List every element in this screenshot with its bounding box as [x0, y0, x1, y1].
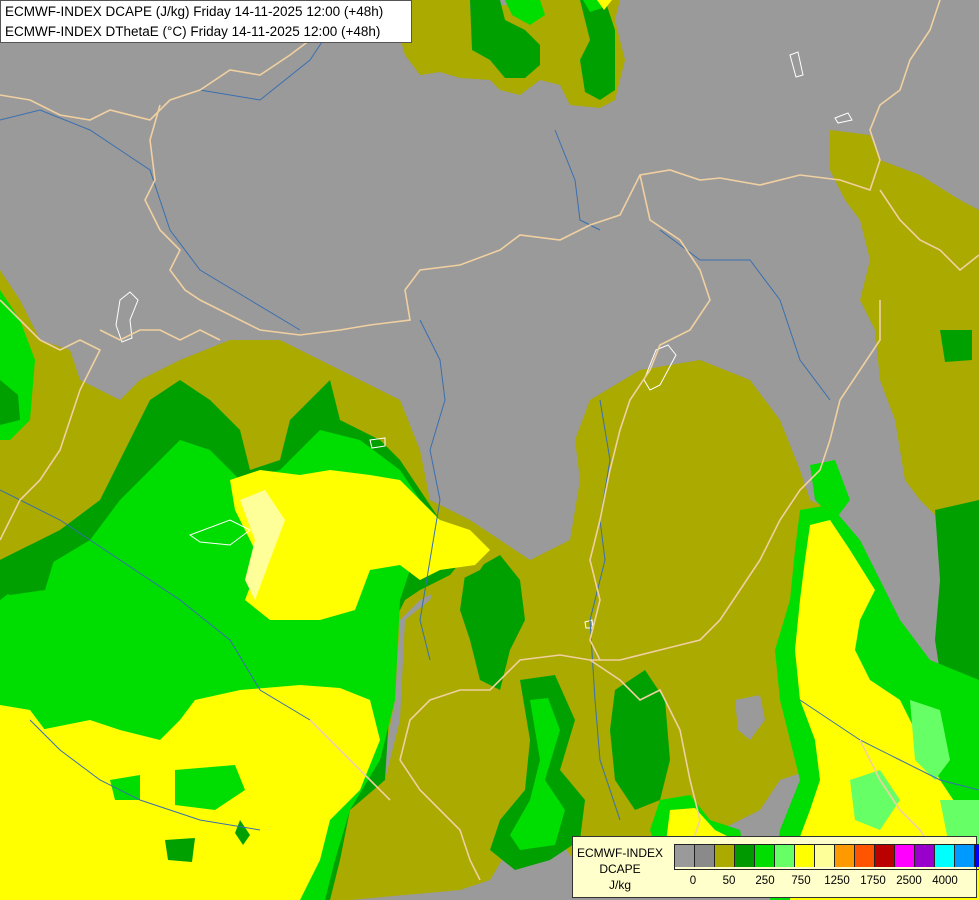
legend-swatch: [975, 845, 979, 867]
dcape-map: [0, 0, 979, 900]
legend-swatch: [835, 845, 855, 867]
legend-swatch: [895, 845, 915, 867]
legend-swatch: [735, 845, 755, 867]
legend-swatch: [795, 845, 815, 867]
title-line-dthetae: ECMWF-INDEX DThetaE (°C) Friday 14-11-20…: [5, 24, 381, 39]
legend-swatch: [755, 845, 775, 867]
legend-swatch: [955, 845, 975, 867]
legend-swatch: [715, 845, 735, 867]
legend-tick-label: 0: [689, 875, 697, 887]
legend-swatch: [675, 845, 695, 867]
legend-tick-label: 4000: [932, 875, 958, 887]
legend-tick-label: 50: [722, 875, 736, 887]
legend-swatch: [915, 845, 935, 867]
legend-label-line3: J/kg: [608, 878, 631, 892]
legend-tick-label: 750: [791, 875, 811, 887]
legend-tick-label: 250: [755, 875, 775, 887]
legend-swatches: [674, 844, 979, 870]
legend-tick-label: 1250: [824, 875, 850, 887]
legend-tick-labels: 0 50 250 750 1250 1750 2500 4000: [674, 875, 974, 891]
legend-label-line2: DCAPE: [599, 862, 641, 876]
legend-label-line1: ECMWF-INDEX: [577, 846, 663, 860]
legend-swatch: [815, 845, 835, 867]
color-legend: ECMWF-INDEX DCAPE J/kg 0 50 250 750 1250 1750…: [572, 836, 979, 898]
legend-tick-label: 1750: [860, 875, 886, 887]
title-line-dcape: ECMWF-INDEX DCAPE (J/kg) Friday 14-11-20…: [5, 4, 384, 19]
legend-swatch: [855, 845, 875, 867]
legend-swatch: [935, 845, 955, 867]
legend-tick-label: 2500: [896, 875, 922, 887]
legend-swatch: [695, 845, 715, 867]
legend-swatch: [875, 845, 895, 867]
legend-label: ECMWF-INDEX DCAPE J/kg: [575, 845, 665, 893]
map-title-box: ECMWF-INDEX DCAPE (J/kg) Friday 14-11-20…: [0, 0, 412, 43]
legend-swatch: [775, 845, 795, 867]
